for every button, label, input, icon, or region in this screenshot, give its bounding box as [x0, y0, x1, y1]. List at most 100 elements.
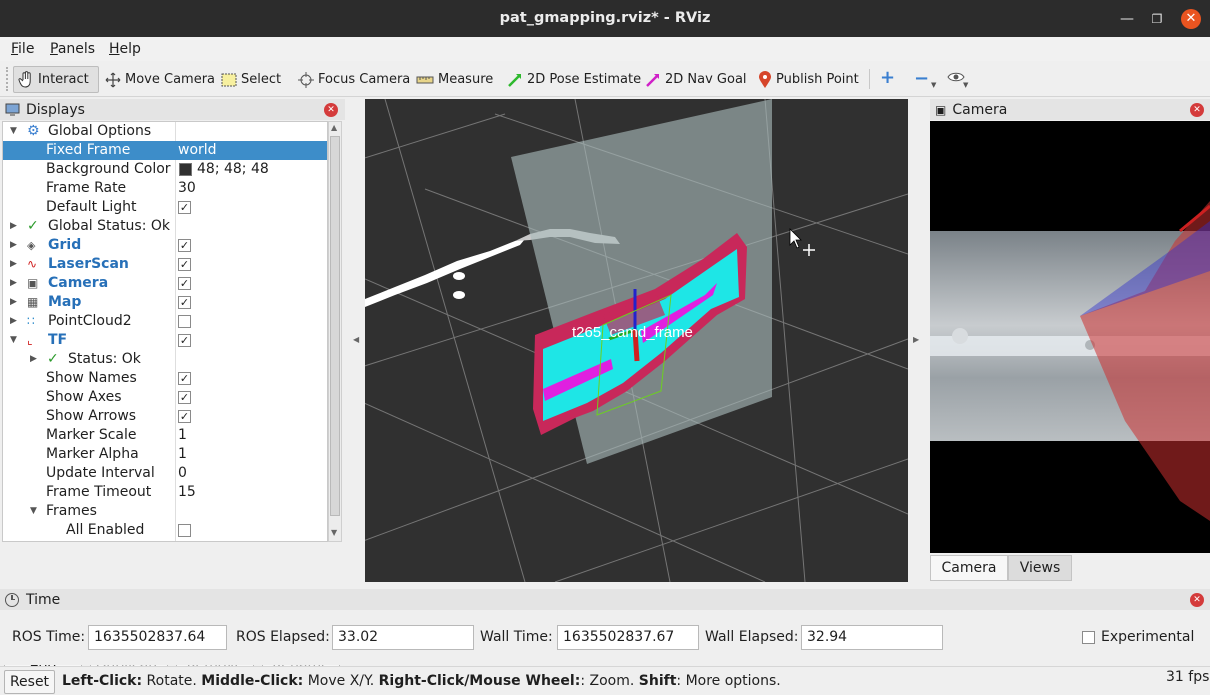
frame-rate-value[interactable]: 30 — [178, 179, 196, 198]
tree-row-marker-scale[interactable]: Marker Scale 1 — [3, 426, 327, 445]
menu-panels[interactable]: Panels — [50, 41, 95, 57]
expanded-arrow-icon[interactable]: ▼ — [30, 502, 37, 521]
displays-close-icon[interactable]: ✕ — [324, 103, 338, 117]
pointcloud2-checkbox[interactable] — [178, 315, 191, 328]
scrollbar-thumb[interactable] — [330, 136, 340, 516]
tree-row-fixed-frame[interactable]: Fixed Frame world — [3, 141, 327, 160]
collapsed-arrow-icon[interactable]: ▶ — [10, 217, 17, 236]
3d-scene[interactable]: t265_camd_frame — [365, 99, 908, 582]
publish-point-tool[interactable]: Publish Point — [754, 66, 863, 93]
collapsed-arrow-icon[interactable]: ▶ — [10, 255, 17, 274]
all-enabled-checkbox[interactable] — [178, 524, 191, 537]
collapsed-arrow-icon[interactable]: ▶ — [30, 350, 37, 369]
collapsed-arrow-icon[interactable]: ▶ — [10, 274, 17, 293]
marker-scale-value[interactable]: 1 — [178, 426, 187, 445]
color-swatch[interactable] — [179, 163, 192, 176]
expanded-arrow-icon[interactable]: ▼ — [10, 331, 17, 350]
close-icon[interactable]: ✕ — [1181, 9, 1201, 29]
tree-row-map[interactable]: ▶ ▦ Map ✓ — [3, 293, 327, 312]
left-splitter[interactable]: ◀ — [347, 99, 363, 586]
camera-image[interactable] — [930, 121, 1210, 553]
eye-dropdown-icon[interactable]: ▼ — [963, 81, 968, 89]
measure-tool[interactable]: Measure — [412, 66, 497, 93]
marker-alpha-value[interactable]: 1 — [178, 445, 187, 464]
map-checkbox[interactable]: ✓ — [178, 296, 191, 309]
default-light-checkbox[interactable]: ✓ — [178, 201, 191, 214]
map-pin-icon — [759, 70, 771, 88]
tree-row-global-status[interactable]: ▶ ✓ Global Status: Ok — [3, 217, 327, 236]
camera-checkbox[interactable]: ✓ — [178, 277, 191, 290]
focus-camera-label: Focus Camera — [318, 72, 411, 87]
time-close-icon[interactable]: ✕ — [1190, 593, 1204, 607]
background-color-value[interactable]: 48; 48; 48 — [197, 160, 269, 179]
experimental-checkbox[interactable] — [1082, 631, 1095, 644]
focus-camera-tool[interactable]: Focus Camera — [294, 66, 414, 93]
show-axes-checkbox[interactable]: ✓ — [178, 391, 191, 404]
displays-scrollbar[interactable]: ▲ ▼ — [328, 121, 342, 542]
move-camera-tool[interactable]: Move Camera — [101, 66, 219, 93]
scroll-down-icon[interactable]: ▼ — [331, 528, 337, 537]
tree-row-pointcloud2[interactable]: ▶ ∷ PointCloud2 — [3, 312, 327, 331]
tree-row-show-names[interactable]: Show Names ✓ — [3, 369, 327, 388]
pose-estimate-tool[interactable]: 2D Pose Estimate — [503, 66, 645, 93]
monitor-icon — [5, 103, 20, 116]
collapsed-arrow-icon[interactable]: ▶ — [10, 236, 17, 255]
move-cursor-icon — [803, 244, 815, 256]
tree-row-frames[interactable]: ▼ Frames — [3, 502, 327, 521]
tf-checkbox[interactable]: ✓ — [178, 334, 191, 347]
tab-views[interactable]: Views — [1008, 555, 1072, 581]
publish-point-label: Publish Point — [776, 72, 859, 87]
collapse-right-icon[interactable]: ▶ — [913, 335, 919, 344]
laserscan-checkbox[interactable]: ✓ — [178, 258, 191, 271]
tree-row-all-enabled[interactable]: All Enabled — [3, 521, 327, 540]
nav-goal-label: 2D Nav Goal — [665, 72, 747, 87]
frame-timeout-value[interactable]: 15 — [178, 483, 196, 502]
nav-goal-tool[interactable]: 2D Nav Goal — [641, 66, 751, 93]
menu-file[interactable]: File — [11, 41, 34, 57]
green-arrow-icon — [508, 73, 521, 87]
remove-tool-icon[interactable]: − — [914, 68, 929, 89]
show-arrows-checkbox[interactable]: ✓ — [178, 410, 191, 423]
show-names-checkbox[interactable]: ✓ — [178, 372, 191, 385]
tree-row-tf[interactable]: ▼ ⌞ TF ✓ — [3, 331, 327, 350]
remove-tool-dropdown-icon[interactable]: ▼ — [931, 81, 936, 89]
tree-row-marker-alpha[interactable]: Marker Alpha 1 — [3, 445, 327, 464]
tab-camera[interactable]: Camera — [930, 555, 1008, 581]
collapse-left-icon[interactable]: ◀ — [353, 335, 359, 344]
tree-row-frame-timeout[interactable]: Frame Timeout 15 — [3, 483, 327, 502]
tree-row-tf-status[interactable]: ▶ ✓ Status: Ok — [3, 350, 327, 369]
reset-button[interactable]: Reset — [4, 670, 55, 694]
menu-help[interactable]: Help — [109, 41, 141, 57]
grid-checkbox[interactable]: ✓ — [178, 239, 191, 252]
interact-tool[interactable]: Interact — [13, 66, 99, 93]
collapsed-arrow-icon[interactable]: ▶ — [10, 312, 17, 331]
collapsed-arrow-icon[interactable]: ▶ — [10, 293, 17, 312]
hint-left-click: Left-Click: — [62, 673, 143, 689]
select-tool[interactable]: Select — [217, 66, 285, 93]
ros-elapsed-field[interactable]: 33.02 — [332, 625, 474, 650]
camera-close-icon[interactable]: ✕ — [1190, 103, 1204, 117]
expanded-arrow-icon[interactable]: ▼ — [10, 122, 17, 141]
3d-viewport[interactable]: t265_camd_frame — [365, 99, 908, 582]
right-splitter[interactable]: ▶ — [908, 99, 930, 586]
fixed-frame-value[interactable]: world — [178, 141, 217, 160]
scroll-up-icon[interactable]: ▲ — [331, 123, 337, 132]
tree-row-laserscan[interactable]: ▶ ∿ LaserScan ✓ — [3, 255, 327, 274]
tree-row-camera[interactable]: ▶ ▣ Camera ✓ — [3, 274, 327, 293]
tree-row-frame-rate[interactable]: Frame Rate 30 — [3, 179, 327, 198]
minimize-icon[interactable]: — — [1117, 9, 1137, 29]
ros-time-field[interactable]: 1635502837.64 — [88, 625, 227, 650]
maximize-icon[interactable]: ❐ — [1147, 9, 1167, 29]
update-interval-value[interactable]: 0 — [178, 464, 187, 483]
wall-time-field[interactable]: 1635502837.67 — [557, 625, 699, 650]
wall-elapsed-field[interactable]: 32.94 — [801, 625, 943, 650]
add-tool-icon[interactable]: + — [880, 69, 895, 87]
tree-row-global-options[interactable]: ▼ ⚙ Global Options — [3, 122, 327, 141]
tree-row-grid[interactable]: ▶ ◈ Grid ✓ — [3, 236, 327, 255]
tree-row-background-color[interactable]: Background Color 48; 48; 48 — [3, 160, 327, 179]
tree-row-show-axes[interactable]: Show Axes ✓ — [3, 388, 327, 407]
tree-row-show-arrows[interactable]: Show Arrows ✓ — [3, 407, 327, 426]
tree-row-default-light[interactable]: Default Light ✓ — [3, 198, 327, 217]
focus-crosshair-icon — [298, 71, 314, 88]
tree-row-update-interval[interactable]: Update Interval 0 — [3, 464, 327, 483]
